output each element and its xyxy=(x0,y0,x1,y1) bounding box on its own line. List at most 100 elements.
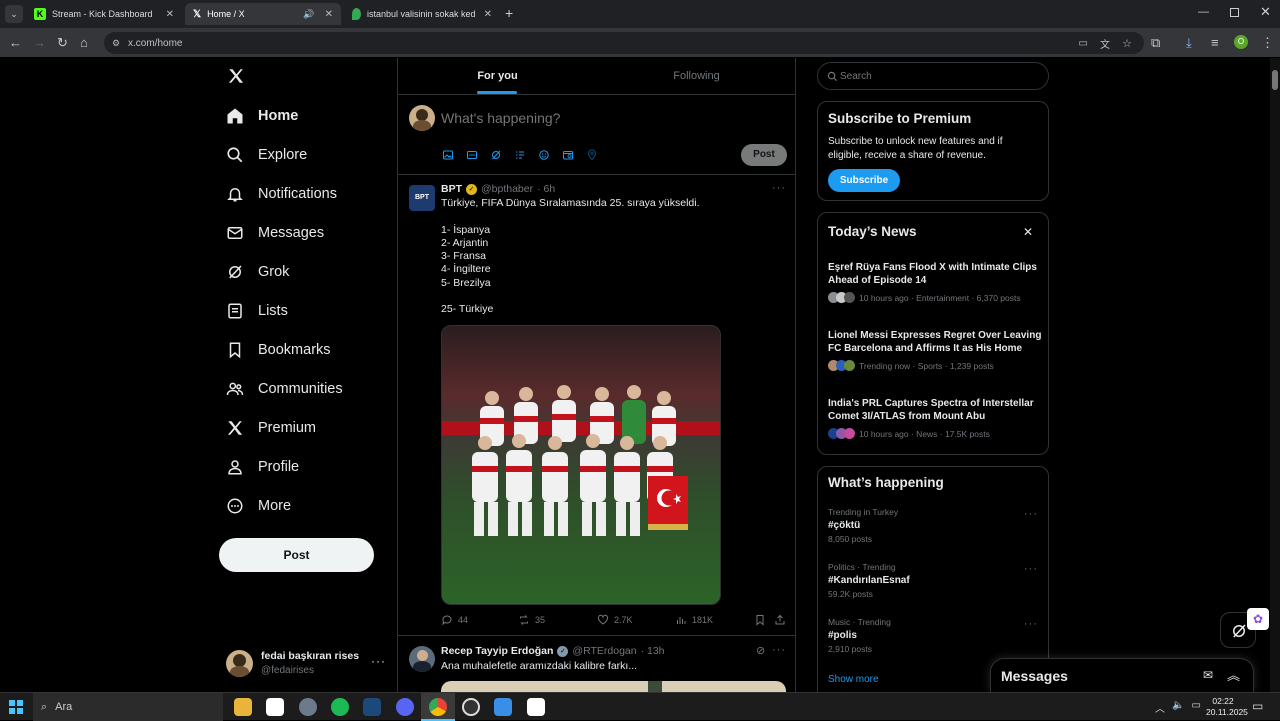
tweet-author-name[interactable]: Recep Tayyip Erdoğan xyxy=(441,645,553,657)
speaker-icon[interactable]: 🔊 xyxy=(303,9,314,20)
translate-icon[interactable]: 文 xyxy=(1100,36,1110,51)
file-explorer-icon[interactable] xyxy=(234,698,252,716)
post-button[interactable]: Post xyxy=(219,538,374,572)
compose-input[interactable] xyxy=(441,107,741,129)
share-button[interactable] xyxy=(774,614,786,626)
chrome-taskbar-button[interactable] xyxy=(421,693,455,721)
obs-icon[interactable] xyxy=(462,698,480,716)
trend-more-icon[interactable]: ··· xyxy=(1024,508,1038,520)
trend-item[interactable]: Politics · Trending #KandırılanEsnaf 59.… xyxy=(828,562,1042,599)
tweet-author-name[interactable]: BPT xyxy=(441,183,462,195)
app-icon[interactable] xyxy=(299,698,317,716)
capcut-icon[interactable] xyxy=(527,698,545,716)
discord-icon[interactable] xyxy=(396,698,414,716)
search-box[interactable] xyxy=(817,62,1049,90)
assistant-extension-icon[interactable]: ✿ xyxy=(1247,608,1269,630)
reload-icon[interactable]: ↻ xyxy=(57,35,68,51)
tab-following[interactable]: Following xyxy=(597,58,796,94)
system-tray[interactable]: ︿ 🔈 ▭ xyxy=(1155,700,1201,715)
grok-compose-icon[interactable] xyxy=(490,149,502,161)
tweet-author-handle[interactable]: @bpthaber xyxy=(481,183,533,195)
forward-icon[interactable]: → xyxy=(33,35,46,51)
chevron-up-icon[interactable]: ︽ xyxy=(1227,665,1240,684)
profile-avatar-icon[interactable]: O xyxy=(1234,35,1248,49)
browser-tab-x-home[interactable]: 𝕏 Home / X 🔊 ✕ xyxy=(185,3,341,25)
download-icon[interactable]: ⤓ xyxy=(1186,35,1192,51)
chevron-up-icon[interactable]: ︿ xyxy=(1155,700,1165,715)
trend-more-icon[interactable]: ··· xyxy=(1024,618,1038,630)
tweet-more-icon[interactable]: ··· xyxy=(772,644,786,656)
trend-item[interactable]: Trending in Turkey #çöktü 8,050 posts xyxy=(828,507,1042,544)
tweet-time[interactable]: · 13h xyxy=(641,645,665,657)
account-switcher[interactable]: fedai başkıran rises @fedairises ··· xyxy=(226,648,386,680)
tweet-more-icon[interactable]: ··· xyxy=(772,182,786,194)
emoji-icon[interactable] xyxy=(538,149,550,161)
sidebar-item-home[interactable]: Home xyxy=(226,101,298,131)
tab-search-button[interactable]: ⌄ xyxy=(5,5,23,23)
gif-icon[interactable] xyxy=(466,149,478,161)
show-more-link[interactable]: Show more xyxy=(828,674,879,685)
close-icon[interactable]: ✕ xyxy=(1023,225,1033,239)
tab-close-icon[interactable]: ✕ xyxy=(484,9,492,20)
app-icon[interactable] xyxy=(494,698,512,716)
account-menu-icon[interactable]: ··· xyxy=(371,654,386,668)
tweet-photo[interactable] xyxy=(441,681,786,692)
tweet-author-handle[interactable]: @RTErdogan xyxy=(572,645,636,657)
tweet[interactable]: Recep Tayyip Erdoğan ✓ @RTErdogan · 13h … xyxy=(398,636,796,692)
subscribe-button[interactable]: Subscribe xyxy=(828,169,900,192)
restore-button[interactable] xyxy=(1230,8,1239,17)
close-window-button[interactable]: ✕ xyxy=(1260,4,1271,20)
sidebar-item-notifications[interactable]: Notifications xyxy=(226,179,337,209)
bookmark-button[interactable] xyxy=(754,614,766,626)
address-bar[interactable]: ⚙ x.com/home ▭ 文 ☆ xyxy=(104,32,1144,54)
news-item[interactable]: Lionel Messi Expresses Regret Over Leavi… xyxy=(828,329,1042,371)
tab-close-icon[interactable]: ✕ xyxy=(325,9,333,20)
new-tab-button[interactable]: + xyxy=(505,5,513,21)
repost-button[interactable]: 35 xyxy=(518,614,545,626)
minimize-button[interactable]: — xyxy=(1198,6,1209,18)
notification-icon[interactable]: ▭ xyxy=(1252,699,1263,713)
taskbar-search[interactable]: ⌕ Ara xyxy=(33,693,223,721)
back-icon[interactable]: ← xyxy=(9,35,22,51)
browser-tab-istanbul[interactable]: istanbul valisinin sokak kediler ✕ xyxy=(344,3,500,25)
scrollbar-thumb[interactable] xyxy=(1272,70,1278,90)
reply-button[interactable]: 44 xyxy=(441,614,468,626)
home-button-icon[interactable]: ⌂ xyxy=(80,35,88,51)
compose-post-button[interactable]: Post xyxy=(741,144,787,166)
capcut-icon[interactable] xyxy=(266,698,284,716)
browser-tab-kick[interactable]: K Stream - Kick Dashboard ✕ xyxy=(26,3,182,25)
windows-start-icon[interactable] xyxy=(9,700,23,714)
clock[interactable]: 02:22 20.11.2025 xyxy=(1206,696,1248,718)
tweet[interactable]: BPT BPT ✓ @bpthaber · 6h ··· Türkiye, FI… xyxy=(398,175,796,635)
sidebar-item-communities[interactable]: Communities xyxy=(226,374,343,404)
sidebar-item-grok[interactable]: Grok xyxy=(226,257,289,287)
cast-icon[interactable]: ▭ xyxy=(1079,38,1088,49)
schedule-icon[interactable] xyxy=(562,149,574,161)
sidebar-item-lists[interactable]: Lists xyxy=(226,296,288,326)
sidebar-item-premium[interactable]: Premium xyxy=(226,413,316,443)
sidebar-item-profile[interactable]: Profile xyxy=(226,452,299,482)
news-item[interactable]: Eşref Rüya Fans Flood X with Intimate Cl… xyxy=(828,261,1042,303)
views-button[interactable]: 181K xyxy=(675,614,713,626)
sidebar-item-more[interactable]: More xyxy=(226,491,291,521)
x-logo-icon[interactable] xyxy=(227,67,245,85)
like-button[interactable]: 2.7K xyxy=(597,614,633,626)
extensions-icon[interactable]: ⧉ xyxy=(1151,35,1160,51)
steam-icon[interactable] xyxy=(363,698,381,716)
search-input[interactable] xyxy=(840,68,1040,84)
image-icon[interactable] xyxy=(442,149,454,161)
tweet-time[interactable]: · 6h xyxy=(537,183,555,195)
speaker-icon[interactable]: 🔈 xyxy=(1172,700,1184,715)
tab-for-you[interactable]: For you xyxy=(398,58,597,94)
sidebar-item-messages[interactable]: Messages xyxy=(226,218,324,248)
sidebar-item-explore[interactable]: Explore xyxy=(226,140,307,170)
trend-more-icon[interactable]: ··· xyxy=(1024,563,1038,575)
location-icon[interactable] xyxy=(586,149,598,161)
site-info-icon[interactable]: ⚙ xyxy=(112,38,120,49)
tweet-photo[interactable] xyxy=(441,325,721,605)
new-message-icon[interactable]: ✉ xyxy=(1203,668,1213,682)
grok-explain-icon[interactable]: ⊘ xyxy=(756,644,765,657)
media-control-icon[interactable]: ≡ xyxy=(1211,35,1219,51)
network-icon[interactable]: ▭ xyxy=(1191,700,1200,715)
messages-drawer[interactable]: Messages ✉ ︽ xyxy=(990,658,1254,692)
